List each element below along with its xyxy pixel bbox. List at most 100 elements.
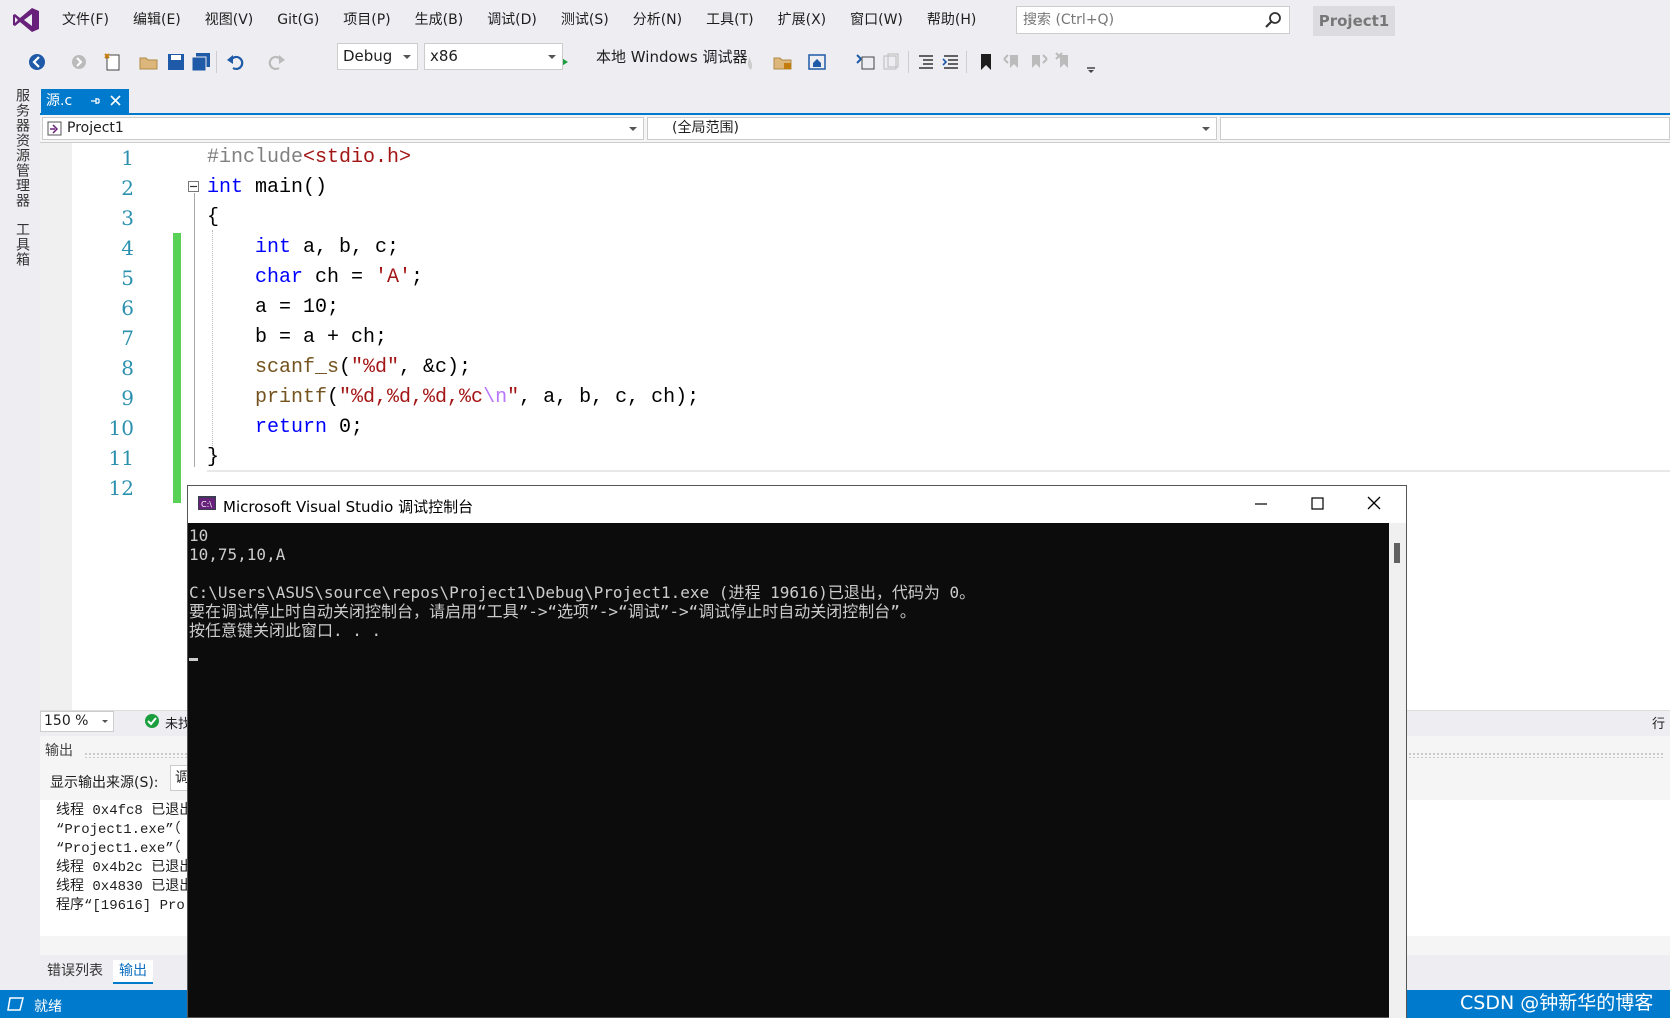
code-line[interactable]: { xyxy=(207,203,219,233)
svg-text:C:\: C:\ xyxy=(201,500,212,509)
zoom-dropdown[interactable]: 150 % xyxy=(40,711,114,732)
menu-view[interactable]: 视图(V) xyxy=(193,0,266,41)
save-all-icon[interactable] xyxy=(190,51,212,73)
menu-analyze[interactable]: 分析(N) xyxy=(621,0,694,41)
menu-window[interactable]: 窗口(W) xyxy=(838,0,915,41)
code-line[interactable]: scanf_s("%d", &c); xyxy=(255,353,471,383)
platform-dropdown[interactable]: x86 xyxy=(424,43,563,70)
scope-dropdown[interactable]: (全局范围) xyxy=(647,117,1217,140)
code-line[interactable]: } xyxy=(207,443,219,473)
editor-margin xyxy=(40,143,72,710)
prev-bookmark-icon[interactable] xyxy=(1002,51,1024,73)
undo-icon[interactable] xyxy=(225,51,247,73)
back-icon[interactable] xyxy=(26,51,48,73)
step-out-icon[interactable] xyxy=(880,51,902,73)
line-number: 6 xyxy=(121,296,134,320)
save-icon[interactable] xyxy=(165,51,187,73)
browse-folder-icon[interactable] xyxy=(772,51,794,73)
menu-tools[interactable]: 工具(T) xyxy=(694,0,765,41)
server-explorer-tab[interactable]: 服务器资源管理器 xyxy=(12,88,32,208)
project-dropdown[interactable]: Project1 xyxy=(42,117,644,140)
output-line: “Project1.exe”（ xyxy=(56,841,181,857)
forward-icon[interactable] xyxy=(68,51,90,73)
console-line: 10 xyxy=(189,526,209,545)
menu-edit[interactable]: 编辑(E) xyxy=(121,0,193,41)
run-debugger-label[interactable]: 本地 Windows 调试器 xyxy=(596,46,748,67)
maximize-icon[interactable] xyxy=(1303,494,1331,514)
search-box xyxy=(1016,6,1290,34)
new-item-icon[interactable] xyxy=(102,51,124,73)
scope-dropdown-value: (全局范围) xyxy=(672,120,739,136)
menu-help[interactable]: 帮助(H) xyxy=(915,0,988,41)
code-line[interactable]: b = a + ch; xyxy=(255,323,387,353)
indent-guide xyxy=(212,230,213,466)
chevron-down-icon xyxy=(629,127,637,131)
search-input[interactable] xyxy=(1017,7,1259,33)
member-dropdown[interactable] xyxy=(1220,117,1670,140)
output-line: “Project1.exe”（ xyxy=(56,822,181,838)
minimize-icon[interactable] xyxy=(1247,494,1275,514)
menu-debug[interactable]: 调试(D) xyxy=(475,0,549,41)
zoom-value: 150 % xyxy=(44,713,89,729)
menu-test[interactable]: 测试(S) xyxy=(549,0,621,41)
code-line[interactable]: int a, b, c; xyxy=(255,233,399,263)
configuration-dropdown[interactable]: Debug xyxy=(337,43,418,70)
pin-icon[interactable] xyxy=(89,95,101,107)
code-line[interactable]: a = 10; xyxy=(255,293,339,323)
menu-build[interactable]: 生成(B) xyxy=(403,0,476,41)
console-scrollbar[interactable] xyxy=(1389,523,1406,1018)
code-line[interactable]: printf("%d,%d,%d,%c\n", a, b, c, ch); xyxy=(255,383,699,413)
redo-icon[interactable] xyxy=(265,51,287,73)
tab-output[interactable]: 输出 xyxy=(113,960,153,984)
standard-toolbar xyxy=(0,41,1670,82)
output-line: 线程 0x4830 已退出 xyxy=(56,879,194,895)
code-line[interactable]: return 0; xyxy=(255,413,363,443)
code-line[interactable]: int main() xyxy=(207,173,327,203)
menu-git[interactable]: Git(G) xyxy=(265,0,331,41)
line-number: 11 xyxy=(108,446,134,470)
no-issues-check-icon[interactable] xyxy=(144,713,160,729)
current-line-highlight xyxy=(207,470,1670,472)
home-icon[interactable] xyxy=(806,51,828,73)
menu-file[interactable]: 文件(F) xyxy=(50,0,121,41)
outline-line xyxy=(194,193,195,467)
platform-value: x86 xyxy=(430,47,458,65)
code-line[interactable]: #include<stdio.h> xyxy=(207,143,411,173)
menu-project[interactable]: 项目(P) xyxy=(331,0,402,41)
outdent-icon[interactable] xyxy=(915,51,937,73)
search-icon[interactable] xyxy=(1264,11,1282,29)
output-line: 线程 0x4b2c 已退出 xyxy=(56,860,194,876)
status-text: 就绪 xyxy=(34,999,62,1015)
close-icon[interactable] xyxy=(109,94,122,107)
close-icon[interactable] xyxy=(1360,494,1388,514)
project-icon xyxy=(47,121,62,136)
open-folder-icon[interactable] xyxy=(138,51,160,73)
console-line: C:\Users\ASUS\source\repos\Project1\Debu… xyxy=(189,583,976,602)
collapse-icon[interactable] xyxy=(188,181,199,192)
bookmark-icon[interactable] xyxy=(975,51,997,73)
project-dropdown-value: Project1 xyxy=(67,120,124,136)
indent-icon[interactable] xyxy=(940,51,962,73)
step-into-icon[interactable] xyxy=(855,51,877,73)
chevron-down-icon xyxy=(403,55,411,59)
tab-error-list[interactable]: 错误列表 xyxy=(41,960,109,982)
console-line: 按任意键关闭此窗口. . . xyxy=(189,621,382,640)
document-tab[interactable]: 源.c xyxy=(41,89,129,113)
console-scrollbar-thumb[interactable] xyxy=(1394,543,1400,563)
ready-status-icon xyxy=(7,997,24,1011)
toolbox-tab[interactable]: 工具箱 xyxy=(12,222,32,267)
clear-bookmarks-icon[interactable] xyxy=(1054,51,1076,73)
code-line[interactable]: char ch = 'A'; xyxy=(255,263,423,293)
chevron-down-icon xyxy=(102,720,108,723)
output-pane-title: 输出 xyxy=(45,743,73,759)
document-tab-label: 源.c xyxy=(46,93,73,109)
configuration-value: Debug xyxy=(343,47,393,65)
line-indicator: 行 xyxy=(1652,717,1666,732)
console-app-icon: C:\ xyxy=(198,496,216,510)
toolbar-overflow-icon[interactable] xyxy=(1080,51,1102,73)
line-number: 5 xyxy=(121,266,134,290)
change-tracking-bar xyxy=(173,233,181,503)
menu-extensions[interactable]: 扩展(X) xyxy=(766,0,839,41)
next-bookmark-icon[interactable] xyxy=(1028,51,1050,73)
chevron-down-icon xyxy=(548,55,556,59)
